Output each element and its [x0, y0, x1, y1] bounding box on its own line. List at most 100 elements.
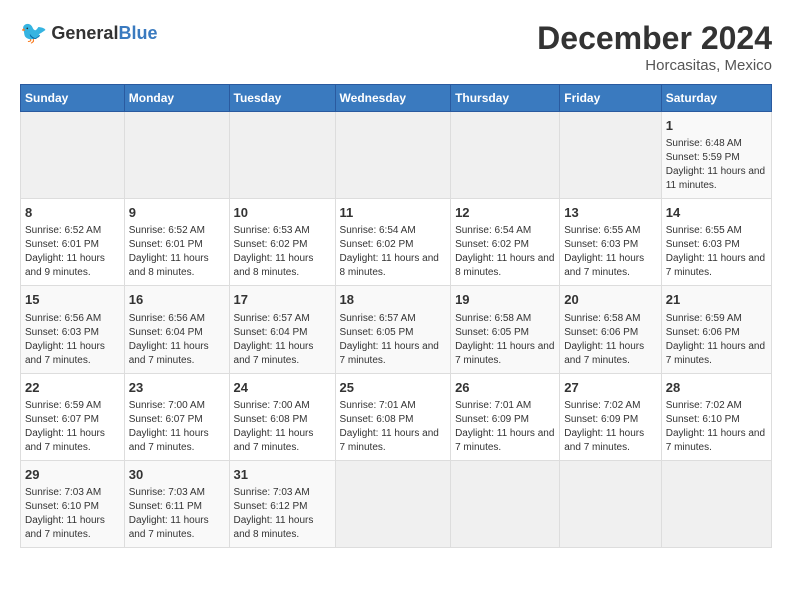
weekday-header-monday: Monday [124, 85, 229, 112]
logo-general-text: General [51, 23, 118, 43]
sunset-info: Sunset: 6:01 PM [25, 238, 120, 252]
day-number: 8 [25, 204, 120, 222]
day-number: 11 [340, 204, 447, 222]
daylight-info: Daylight: 11 hours and 7 minutes. [129, 514, 225, 542]
sunrise-info: Sunrise: 7:03 AM [234, 486, 331, 500]
logo: 🐦 GeneralBlue [20, 20, 157, 46]
sunrise-info: Sunrise: 7:02 AM [564, 399, 656, 413]
sunset-info: Sunset: 6:08 PM [340, 413, 447, 427]
calendar-day-cell [560, 460, 661, 547]
sunset-info: Sunset: 6:07 PM [25, 413, 120, 427]
sunset-info: Sunset: 6:02 PM [340, 238, 447, 252]
calendar-day-cell [21, 112, 125, 199]
daylight-info: Daylight: 11 hours and 7 minutes. [25, 340, 120, 368]
sunrise-info: Sunrise: 7:01 AM [455, 399, 555, 413]
daylight-info: Daylight: 11 hours and 9 minutes. [25, 252, 120, 280]
calendar-day-cell: 1 Sunrise: 6:48 AM Sunset: 5:59 PM Dayli… [661, 112, 771, 199]
location-title: Horcasitas, Mexico [537, 57, 772, 74]
calendar-week-row: 8 Sunrise: 6:52 AM Sunset: 6:01 PM Dayli… [21, 199, 772, 286]
calendar-day-cell: 13 Sunrise: 6:55 AM Sunset: 6:03 PM Dayl… [560, 199, 661, 286]
calendar-day-cell [451, 112, 560, 199]
sunrise-info: Sunrise: 6:55 AM [564, 224, 656, 238]
daylight-info: Daylight: 11 hours and 7 minutes. [564, 340, 656, 368]
sunset-info: Sunset: 6:11 PM [129, 500, 225, 514]
sunrise-info: Sunrise: 6:56 AM [129, 312, 225, 326]
day-number: 28 [666, 379, 767, 397]
daylight-info: Daylight: 11 hours and 7 minutes. [129, 427, 225, 455]
sunset-info: Sunset: 6:10 PM [666, 413, 767, 427]
weekday-header-sunday: Sunday [21, 85, 125, 112]
day-number: 14 [666, 204, 767, 222]
day-number: 17 [234, 291, 331, 309]
sunrise-info: Sunrise: 7:03 AM [129, 486, 225, 500]
sunset-info: Sunset: 6:08 PM [234, 413, 331, 427]
calendar-day-cell [335, 112, 451, 199]
sunset-info: Sunset: 5:59 PM [666, 151, 767, 165]
daylight-info: Daylight: 11 hours and 7 minutes. [340, 427, 447, 455]
day-number: 1 [666, 117, 767, 135]
calendar-day-cell: 27 Sunrise: 7:02 AM Sunset: 6:09 PM Dayl… [560, 373, 661, 460]
calendar-day-cell: 22 Sunrise: 6:59 AM Sunset: 6:07 PM Dayl… [21, 373, 125, 460]
calendar-day-cell [335, 460, 451, 547]
sunrise-info: Sunrise: 6:55 AM [666, 224, 767, 238]
calendar-day-cell: 17 Sunrise: 6:57 AM Sunset: 6:04 PM Dayl… [229, 286, 335, 373]
weekday-header-friday: Friday [560, 85, 661, 112]
day-number: 16 [129, 291, 225, 309]
daylight-info: Daylight: 11 hours and 11 minutes. [666, 165, 767, 193]
daylight-info: Daylight: 11 hours and 8 minutes. [455, 252, 555, 280]
sunrise-info: Sunrise: 7:01 AM [340, 399, 447, 413]
daylight-info: Daylight: 11 hours and 7 minutes. [564, 427, 656, 455]
calendar-day-cell: 29 Sunrise: 7:03 AM Sunset: 6:10 PM Dayl… [21, 460, 125, 547]
daylight-info: Daylight: 11 hours and 8 minutes. [234, 514, 331, 542]
calendar-day-cell: 25 Sunrise: 7:01 AM Sunset: 6:08 PM Dayl… [335, 373, 451, 460]
calendar-day-cell: 23 Sunrise: 7:00 AM Sunset: 6:07 PM Dayl… [124, 373, 229, 460]
sunrise-info: Sunrise: 6:52 AM [25, 224, 120, 238]
weekday-header-row: SundayMondayTuesdayWednesdayThursdayFrid… [21, 85, 772, 112]
month-title: December 2024 [537, 20, 772, 57]
calendar-day-cell: 12 Sunrise: 6:54 AM Sunset: 6:02 PM Dayl… [451, 199, 560, 286]
day-number: 15 [25, 291, 120, 309]
sunrise-info: Sunrise: 6:57 AM [234, 312, 331, 326]
daylight-info: Daylight: 11 hours and 7 minutes. [25, 514, 120, 542]
calendar-day-cell: 31 Sunrise: 7:03 AM Sunset: 6:12 PM Dayl… [229, 460, 335, 547]
sunset-info: Sunset: 6:10 PM [25, 500, 120, 514]
daylight-info: Daylight: 11 hours and 7 minutes. [455, 427, 555, 455]
daylight-info: Daylight: 11 hours and 7 minutes. [234, 340, 331, 368]
day-number: 31 [234, 466, 331, 484]
day-number: 24 [234, 379, 331, 397]
sunset-info: Sunset: 6:12 PM [234, 500, 331, 514]
sunrise-info: Sunrise: 6:53 AM [234, 224, 331, 238]
sunset-info: Sunset: 6:03 PM [25, 326, 120, 340]
page-header: 🐦 GeneralBlue December 2024 Horcasitas, … [20, 20, 772, 74]
sunset-info: Sunset: 6:01 PM [129, 238, 225, 252]
sunrise-info: Sunrise: 6:58 AM [564, 312, 656, 326]
sunset-info: Sunset: 6:05 PM [455, 326, 555, 340]
calendar-day-cell: 30 Sunrise: 7:03 AM Sunset: 6:11 PM Dayl… [124, 460, 229, 547]
daylight-info: Daylight: 11 hours and 7 minutes. [129, 340, 225, 368]
calendar-day-cell [229, 112, 335, 199]
day-number: 10 [234, 204, 331, 222]
calendar-week-row: 22 Sunrise: 6:59 AM Sunset: 6:07 PM Dayl… [21, 373, 772, 460]
sunset-info: Sunset: 6:02 PM [455, 238, 555, 252]
calendar-day-cell: 15 Sunrise: 6:56 AM Sunset: 6:03 PM Dayl… [21, 286, 125, 373]
calendar-day-cell: 26 Sunrise: 7:01 AM Sunset: 6:09 PM Dayl… [451, 373, 560, 460]
day-number: 12 [455, 204, 555, 222]
daylight-info: Daylight: 11 hours and 8 minutes. [129, 252, 225, 280]
day-number: 22 [25, 379, 120, 397]
sunset-info: Sunset: 6:06 PM [666, 326, 767, 340]
calendar-week-row: 29 Sunrise: 7:03 AM Sunset: 6:10 PM Dayl… [21, 460, 772, 547]
sunset-info: Sunset: 6:09 PM [455, 413, 555, 427]
calendar-day-cell: 8 Sunrise: 6:52 AM Sunset: 6:01 PM Dayli… [21, 199, 125, 286]
calendar-day-cell: 10 Sunrise: 6:53 AM Sunset: 6:02 PM Dayl… [229, 199, 335, 286]
sunset-info: Sunset: 6:04 PM [129, 326, 225, 340]
calendar-week-row: 1 Sunrise: 6:48 AM Sunset: 5:59 PM Dayli… [21, 112, 772, 199]
sunset-info: Sunset: 6:09 PM [564, 413, 656, 427]
weekday-header-saturday: Saturday [661, 85, 771, 112]
calendar-week-row: 15 Sunrise: 6:56 AM Sunset: 6:03 PM Dayl… [21, 286, 772, 373]
calendar-day-cell [560, 112, 661, 199]
logo-blue-text: Blue [118, 23, 157, 43]
day-number: 20 [564, 291, 656, 309]
daylight-info: Daylight: 11 hours and 7 minutes. [564, 252, 656, 280]
daylight-info: Daylight: 11 hours and 7 minutes. [666, 427, 767, 455]
calendar-day-cell: 21 Sunrise: 6:59 AM Sunset: 6:06 PM Dayl… [661, 286, 771, 373]
